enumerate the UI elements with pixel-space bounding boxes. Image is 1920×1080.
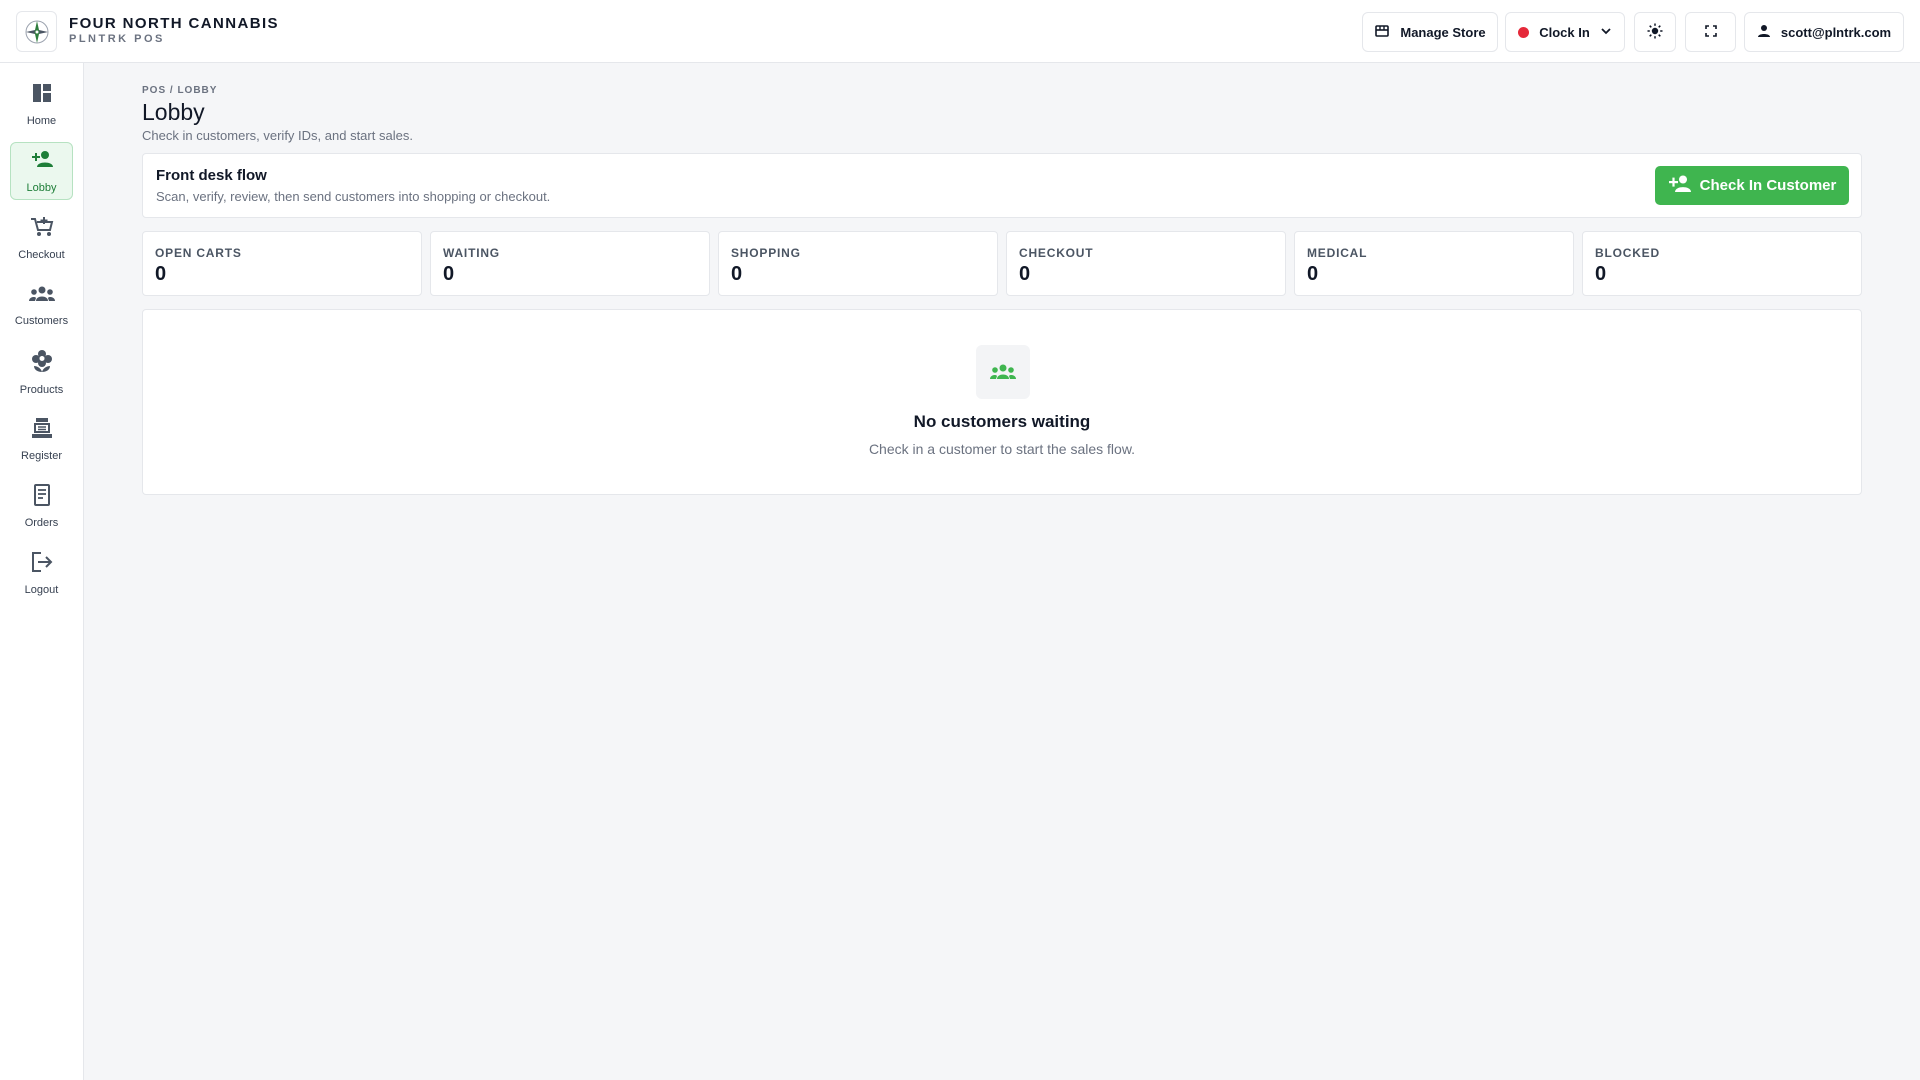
sidebar-item-label: Register: [21, 449, 62, 462]
stat-card-medical: MEDICAL 0: [1294, 231, 1574, 296]
stat-value: 0: [1307, 263, 1319, 285]
stat-label: CHECKOUT: [1019, 246, 1094, 260]
clock-in-label: Clock In: [1539, 24, 1590, 40]
sidebar-item-label: Orders: [24, 516, 59, 529]
stat-value: 0: [443, 263, 455, 285]
stat-card-blocked: BLOCKED 0: [1582, 231, 1862, 296]
chevron-down-icon: [1600, 25, 1612, 40]
sidebar-item-checkout[interactable]: Checkout: [10, 209, 73, 267]
sidebar-item-label: Products: [19, 383, 64, 396]
stat-card-waiting: WAITING 0: [430, 231, 710, 296]
person-add-icon: [30, 149, 54, 176]
stat-card-shopping: SHOPPING 0: [718, 231, 998, 296]
brand-subtitle: PLNTRK POS: [69, 33, 165, 45]
status-dot-icon: [1518, 26, 1530, 38]
fullscreen-button[interactable]: [1685, 12, 1736, 52]
sidebar-item-label: Customers: [14, 314, 69, 327]
stat-card-open-carts: OPEN CARTS 0: [142, 231, 422, 296]
stat-card-checkout: CHECKOUT 0: [1006, 231, 1286, 296]
sidebar-item-label: Lobby: [26, 181, 57, 194]
sidebar-item-lobby[interactable]: Lobby: [10, 142, 73, 200]
user-icon: [1757, 24, 1771, 41]
stat-value: 0: [731, 263, 743, 285]
sidebar-item-label: Logout: [24, 583, 59, 596]
flow-title: Front desk flow: [156, 167, 267, 184]
manage-store-label: Manage Store: [1400, 24, 1486, 40]
page-title: Lobby: [142, 99, 205, 125]
sidebar-item-orders[interactable]: Orders: [10, 477, 73, 535]
user-email: scott@plntrk.com: [1780, 24, 1892, 40]
receipt-icon: [32, 483, 52, 511]
sidebar-item-products[interactable]: Products: [10, 343, 73, 401]
empty-state-subtitle: Check in a customer to start the sales f…: [868, 441, 1136, 457]
empty-state-title: No customers waiting: [913, 412, 1091, 431]
flower-icon: [31, 349, 53, 378]
check-in-customer-label: Check In Customer: [1699, 177, 1837, 194]
fullscreen-icon: [1704, 24, 1717, 40]
stat-label: MEDICAL: [1307, 246, 1368, 260]
top-bar: FOUR NORTH CANNABIS PLNTRK POS Manage St…: [0, 0, 1920, 63]
group-icon: [976, 345, 1030, 399]
manage-store-button[interactable]: Manage Store: [1362, 12, 1498, 52]
person-add-icon: [1668, 174, 1692, 198]
stat-value: 0: [155, 263, 167, 285]
stat-value: 0: [1595, 263, 1607, 285]
sun-icon: [1647, 23, 1663, 42]
stat-label: SHOPPING: [731, 246, 801, 260]
stat-label: OPEN CARTS: [155, 246, 242, 260]
stat-label: WAITING: [443, 246, 500, 260]
clock-in-dropdown[interactable]: Clock In: [1505, 12, 1625, 52]
flow-subtitle: Scan, verify, review, then send customer…: [156, 189, 551, 204]
front-desk-flow-card: Front desk flow Scan, verify, review, th…: [142, 153, 1862, 218]
sidebar-item-logout[interactable]: Logout: [10, 544, 73, 602]
theme-toggle-button[interactable]: [1634, 12, 1676, 52]
empty-state-card: No customers waiting Check in a customer…: [142, 309, 1862, 495]
breadcrumb: POS / LOBBY: [142, 85, 218, 96]
stat-value: 0: [1019, 263, 1031, 285]
cart-icon: [30, 216, 54, 243]
compass-logo-icon[interactable]: [16, 11, 57, 52]
store-icon: [1374, 23, 1390, 42]
sidebar: Home Lobby Checkout Customers Products R…: [0, 63, 84, 1080]
register-icon: [31, 417, 53, 444]
check-in-customer-button[interactable]: Check In Customer: [1655, 166, 1849, 205]
logout-icon: [31, 551, 53, 578]
sidebar-item-customers[interactable]: Customers: [10, 276, 73, 334]
sidebar-item-home[interactable]: Home: [10, 75, 73, 133]
group-icon: [28, 284, 55, 309]
brand-name: FOUR NORTH CANNABIS: [69, 15, 279, 32]
sidebar-item-label: Home: [26, 114, 57, 127]
sidebar-item-register[interactable]: Register: [10, 410, 73, 468]
dashboard-icon: [31, 82, 53, 109]
sidebar-item-label: Checkout: [18, 248, 65, 261]
stat-label: BLOCKED: [1595, 246, 1660, 260]
page-subtitle: Check in customers, verify IDs, and star…: [142, 128, 413, 143]
user-menu-button[interactable]: scott@plntrk.com: [1744, 12, 1904, 52]
